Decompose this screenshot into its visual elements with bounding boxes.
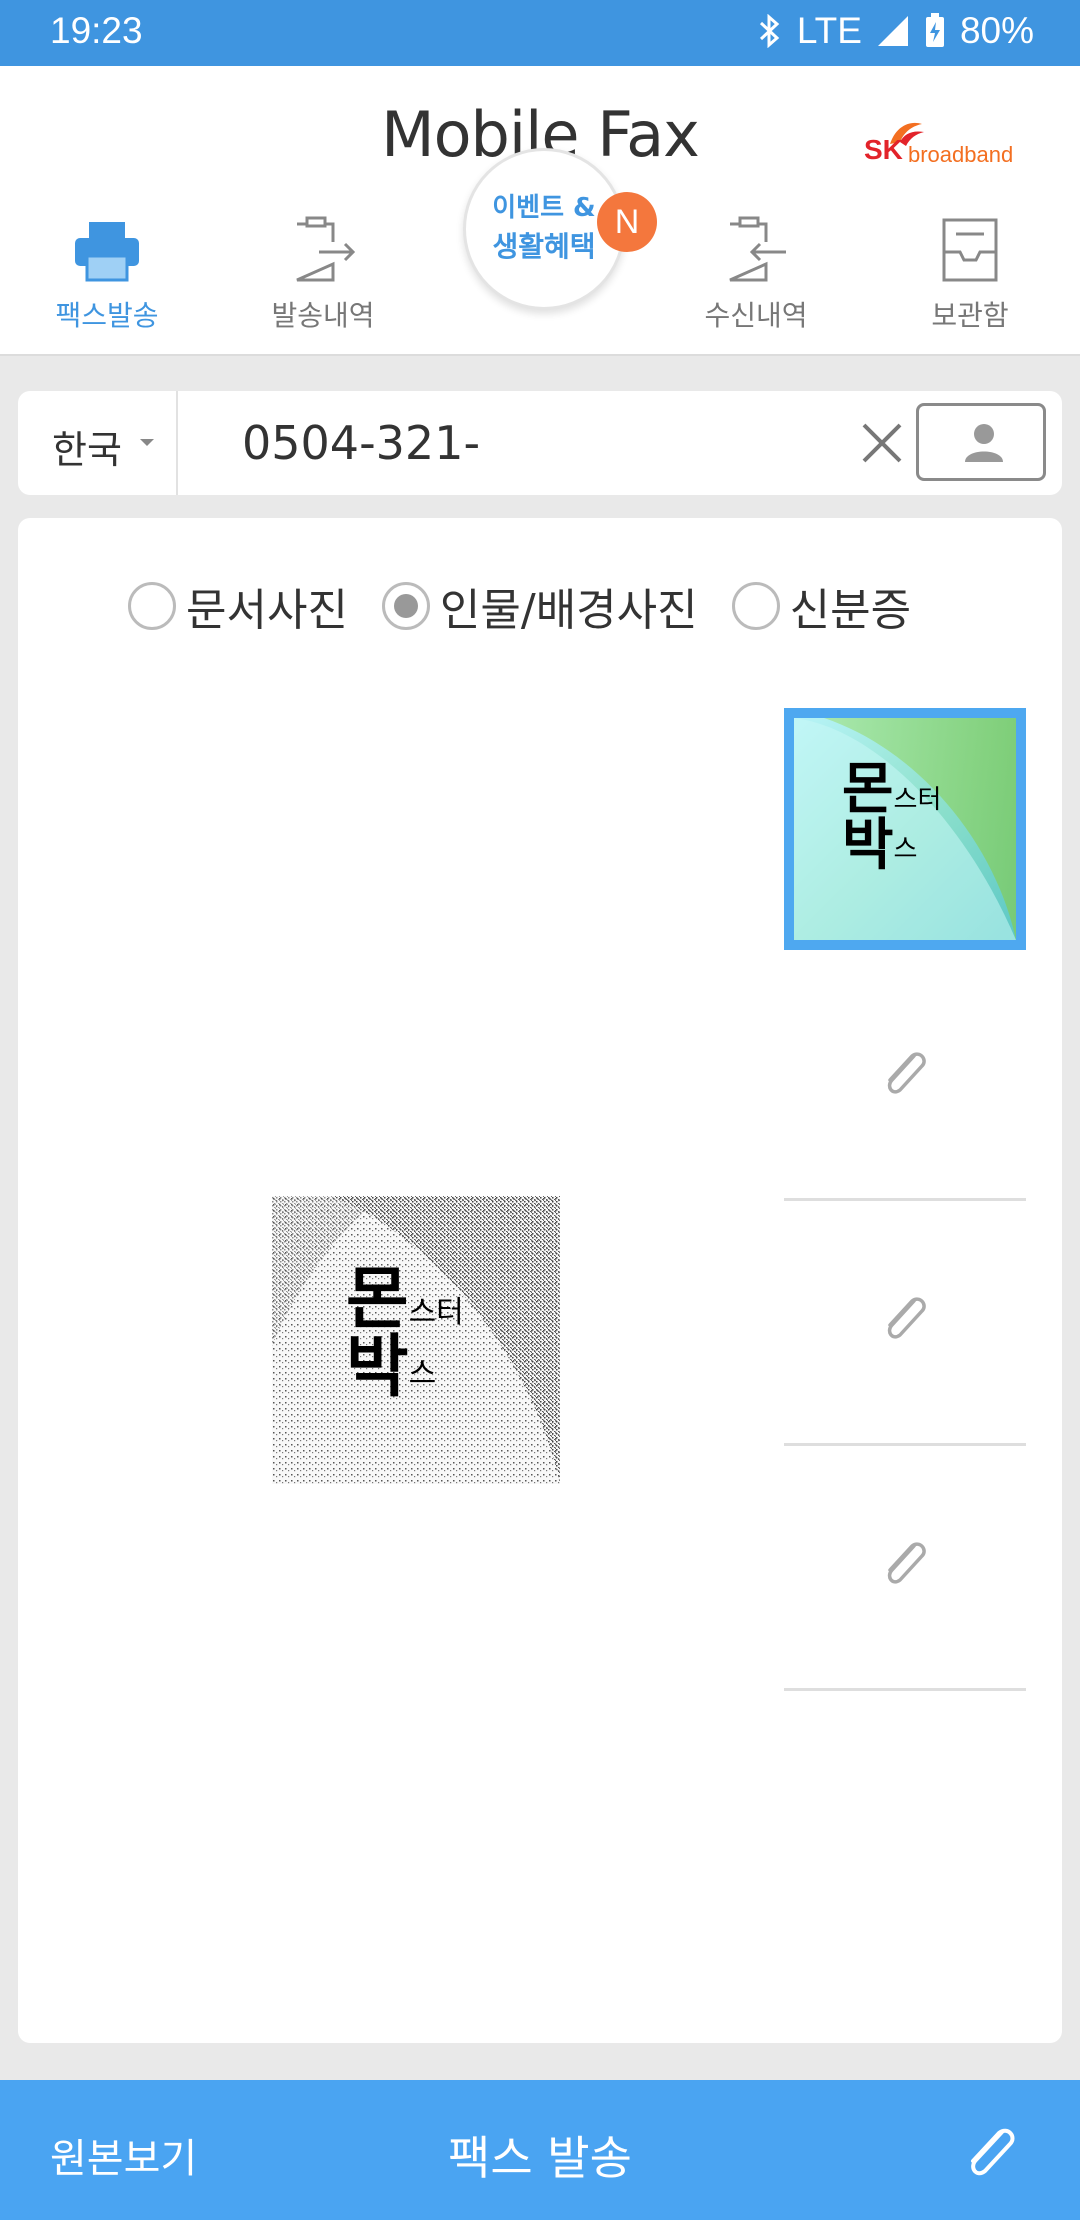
thumb-char-bak: 박: [842, 813, 894, 878]
preview-char-bak: 박: [346, 1328, 409, 1407]
fax-number-input[interactable]: [240, 415, 824, 471]
signal-icon: [877, 16, 908, 46]
tab-received-history[interactable]: 수신내역: [666, 216, 846, 334]
paperclip-icon: [887, 1542, 926, 1584]
fax-preview-image[interactable]: 몬스터 박스: [272, 1196, 560, 1484]
battery-charging-icon: [925, 13, 944, 47]
attachment-slot-2[interactable]: [784, 956, 1026, 1201]
country-label: 한국: [52, 428, 122, 472]
radio-label: 인물/배경사진: [439, 585, 698, 636]
fax-content-card: 문서사진 인물/배경사진 신분증 몬스터 박스 몬스터 박스: [18, 518, 1062, 2043]
fax-number-bar: 한국: [18, 391, 1062, 495]
preview-char-seu: 스: [408, 1356, 437, 1392]
tab-storage-label: 보관함: [931, 299, 1009, 332]
dropdown-caret-icon: [140, 439, 154, 446]
tab-fax-send-label: 팩스발송: [55, 299, 159, 332]
preview-char-seuteo: 스터: [408, 1295, 464, 1330]
radio-label: 문서사진: [186, 585, 348, 636]
tab-sent-history[interactable]: 발송내역: [233, 216, 413, 334]
attachment-slot-4[interactable]: [784, 1446, 1026, 1691]
fax-printer-icon: [75, 222, 139, 282]
radio-circle: [731, 582, 780, 630]
received-history-icon: [729, 216, 786, 282]
tab-fax-send[interactable]: 팩스발송: [17, 216, 197, 334]
storage-box-icon: [942, 218, 998, 282]
thumb-char-seu: 스: [893, 834, 918, 865]
contacts-button[interactable]: [916, 403, 1046, 481]
status-icons: LTE 80%: [757, 10, 1034, 52]
country-selector[interactable]: 한국: [18, 391, 178, 495]
person-icon: [965, 424, 1003, 462]
logo-sk-text: SK: [864, 134, 903, 165]
tab-storage[interactable]: 보관함: [880, 216, 1060, 334]
radio-label: 신분증: [789, 585, 912, 636]
attachment-thumbnail-selected[interactable]: 몬스터 박스: [784, 708, 1026, 950]
bottom-action-bar: 원본보기 팩스 발송: [0, 2080, 1080, 2220]
logo-broadband-text: broadband: [908, 142, 1014, 167]
new-badge: N: [597, 192, 657, 252]
radio-portrait-photo[interactable]: 인물/배경사진: [381, 574, 698, 638]
battery-percent: 80%: [959, 10, 1034, 51]
tab-received-history-label: 수신내역: [704, 299, 808, 332]
radio-circle-selected: [381, 582, 430, 630]
status-time: 19:23: [50, 10, 143, 51]
thumbnail-logo-text: 몬스터 박스: [842, 762, 941, 874]
attachment-slot-3[interactable]: [784, 1201, 1026, 1446]
sk-broadband-logo: SK broadband: [864, 116, 1034, 176]
clear-icon[interactable]: [854, 413, 910, 473]
preview-logo-text: 몬스터 박스: [346, 1266, 464, 1402]
status-bar: 19:23 LTE 80%: [0, 0, 1080, 66]
radio-circle: [128, 582, 176, 630]
send-fax-button[interactable]: 팩스 발송: [0, 2122, 1080, 2188]
image-type-radio-group: 문서사진 인물/배경사진 신분증: [128, 574, 945, 638]
sent-history-icon: [296, 216, 356, 282]
radio-document-photo[interactable]: 문서사진: [128, 574, 348, 638]
tab-sent-history-label: 발송내역: [271, 299, 375, 332]
network-type: LTE: [796, 10, 862, 51]
paperclip-icon: [887, 1297, 926, 1339]
attach-paperclip-icon[interactable]: [962, 2122, 1018, 2182]
thumb-char-seuteo: 스터: [893, 785, 942, 815]
paperclip-icon: [887, 1052, 926, 1094]
bluetooth-icon: [759, 14, 780, 48]
radio-id-card[interactable]: 신분증: [731, 574, 912, 638]
